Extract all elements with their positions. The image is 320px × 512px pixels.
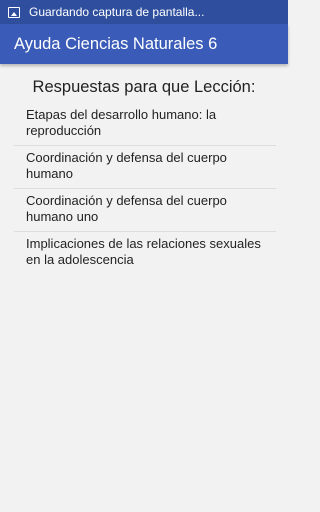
- list-item-lesson-1[interactable]: Etapas del desarrollo humano: la reprodu…: [14, 103, 276, 146]
- app-title: Ayuda Ciencias Naturales 6: [14, 34, 218, 53]
- list-item-lesson-4[interactable]: Implicaciones de las relaciones sexuales…: [14, 232, 276, 274]
- status-bar: Guardando captura de pantalla...: [0, 0, 288, 24]
- main-content: Respuestas para que Lección: Etapas del …: [0, 64, 288, 274]
- list-item-lesson-3[interactable]: Coordinación y defensa del cuerpo humano…: [14, 189, 276, 232]
- list-item-lesson-2[interactable]: Coordinación y defensa del cuerpo humano: [14, 146, 276, 189]
- app-bar: Ayuda Ciencias Naturales 6: [0, 24, 288, 64]
- screenshot-icon: [8, 6, 20, 18]
- lesson-list: Etapas del desarrollo humano: la reprodu…: [14, 103, 276, 274]
- status-notification-text: Guardando captura de pantalla...: [29, 5, 205, 19]
- page-heading: Respuestas para que Lección:: [32, 78, 256, 96]
